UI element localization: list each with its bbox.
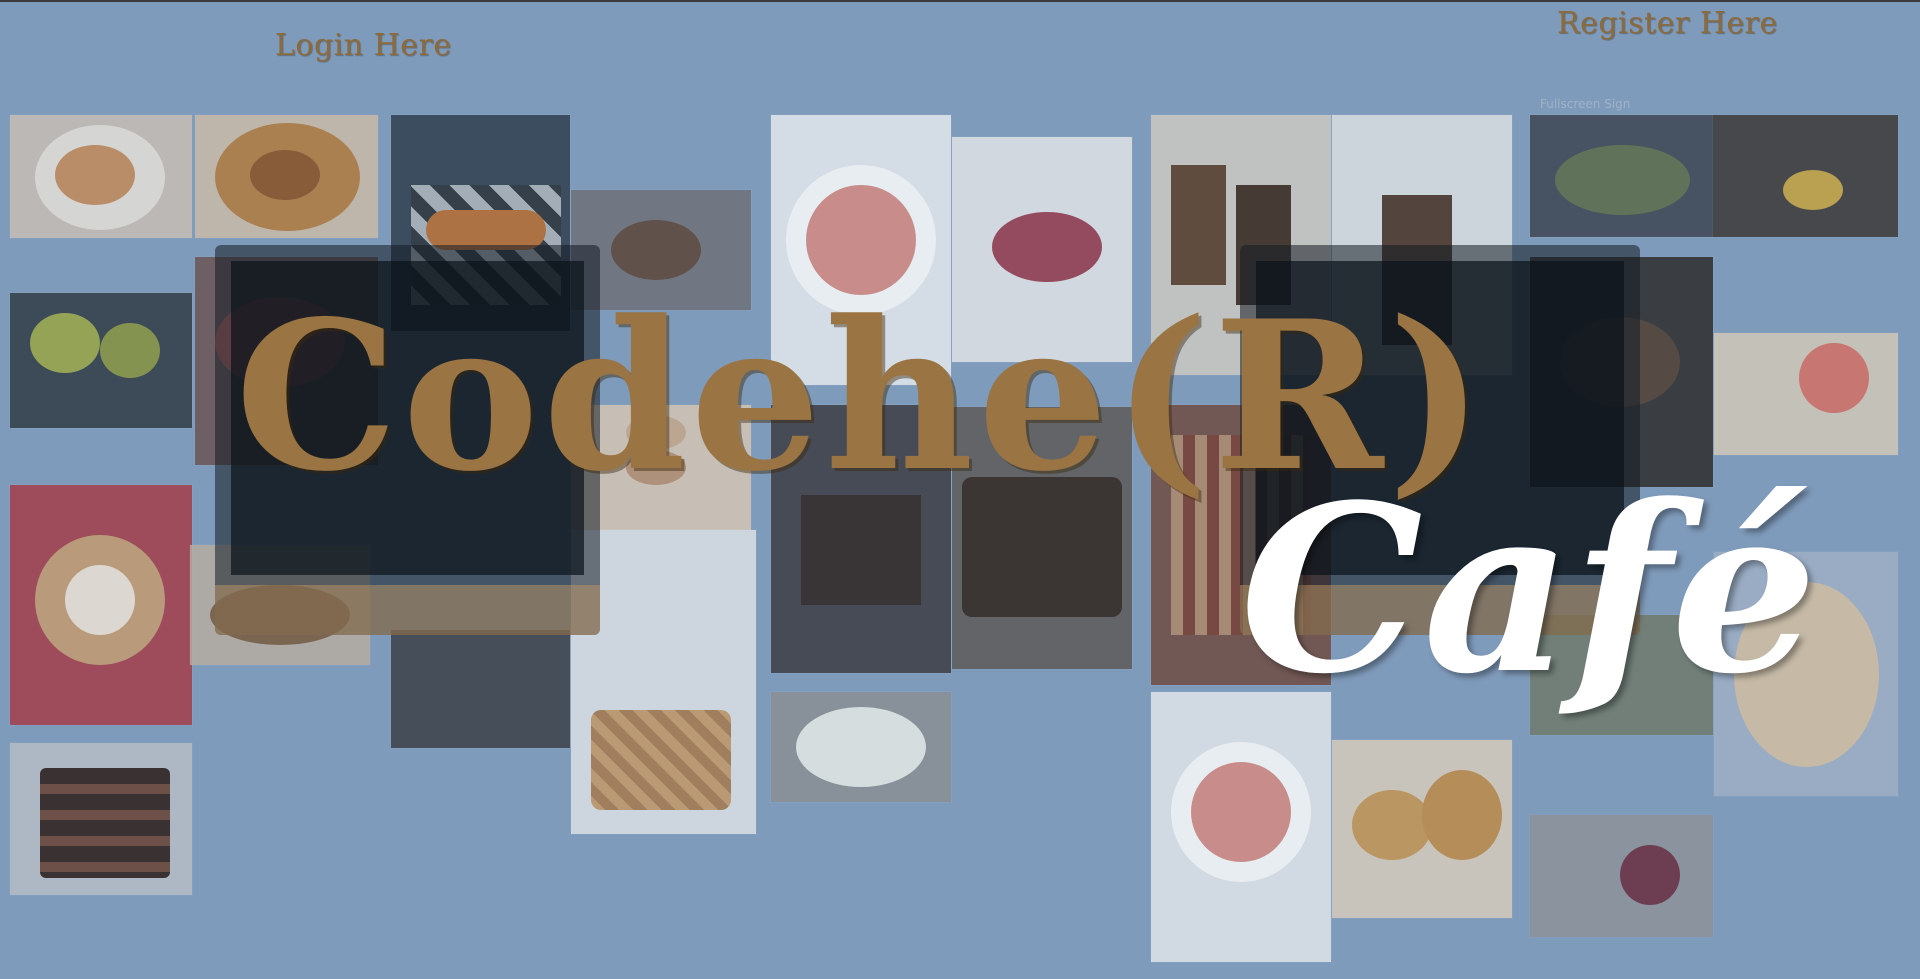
espresso-icon [1713, 115, 1898, 237]
login-link[interactable]: Login Here [275, 28, 452, 63]
coffee-machine-icon [391, 630, 570, 748]
tart-icon [195, 115, 378, 238]
spaghetti-icon [10, 115, 192, 238]
top-border [0, 0, 1920, 2]
site-subtitle: Café [1240, 455, 1818, 725]
green-salad-icon [771, 692, 951, 802]
apples-icon [10, 293, 192, 428]
pan-meal-icon [1530, 115, 1713, 237]
register-link[interactable]: Register Here [1557, 6, 1778, 41]
grapefruit-icon [1714, 333, 1898, 455]
cookies-icon [1332, 740, 1512, 918]
fullscreen-sign-text: Fullscreen Sign [1540, 97, 1631, 111]
layer-cake-icon [10, 743, 192, 895]
tomato-salad-icon [1151, 692, 1331, 962]
berry-dessert-icon [1530, 815, 1713, 937]
latte-art-icon [10, 485, 192, 725]
